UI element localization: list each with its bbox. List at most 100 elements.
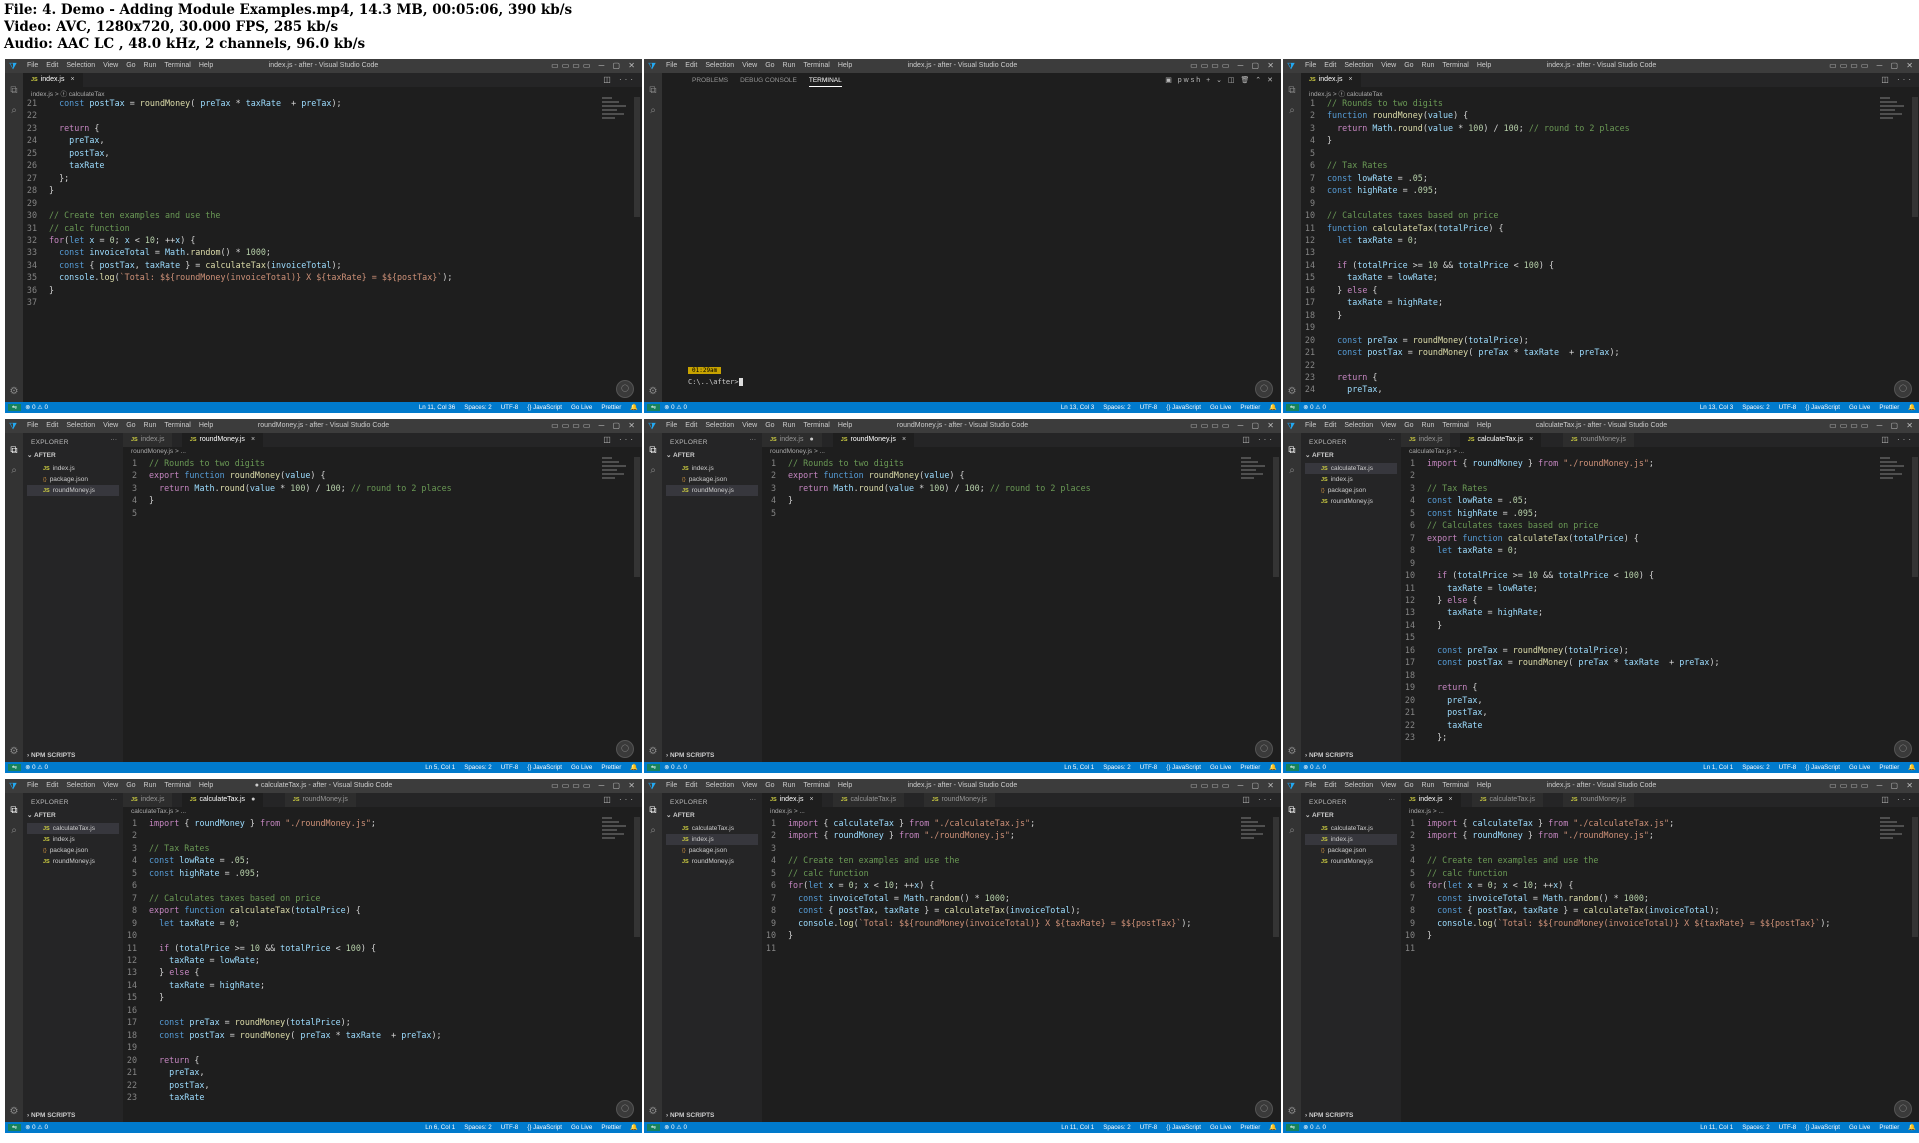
window-controls[interactable]: ▭▭▭▭ ─ ▢ ✕: [1190, 781, 1277, 790]
gear-icon[interactable]: ⚙: [1286, 746, 1298, 758]
menu-item-edit[interactable]: Edit: [685, 62, 697, 69]
file-roundMoney-js[interactable]: JS roundMoney.js: [1305, 856, 1397, 867]
explorer-icon[interactable]: ⧉: [647, 805, 659, 817]
cursor-position[interactable]: Ln 13, Col 3: [1700, 404, 1733, 411]
menu-item-selection[interactable]: Selection: [66, 422, 95, 429]
cursor-position[interactable]: Ln 1, Col 1: [1703, 764, 1733, 771]
menu-item-terminal[interactable]: Terminal: [803, 422, 829, 429]
menu-item-help[interactable]: Help: [199, 422, 213, 429]
language-mode[interactable]: {} JavaScript: [1805, 404, 1840, 411]
go-live[interactable]: Go Live: [571, 404, 592, 411]
menu-item-run[interactable]: Run: [783, 782, 796, 789]
minimap[interactable]: [602, 97, 628, 123]
window-controls[interactable]: ▭▭▭▭ ─ ▢ ✕: [551, 61, 638, 70]
code-editor[interactable]: 1 import { roundMoney } from "./roundMone…: [123, 817, 630, 1122]
tab-roundMoney-js[interactable]: JS roundMoney.js ×: [181, 433, 264, 447]
more-actions-icon[interactable]: ···: [750, 796, 757, 803]
close-icon[interactable]: ×: [251, 436, 255, 443]
more-actions-icon[interactable]: ···: [111, 796, 118, 803]
npm-scripts-section[interactable]: › NPM SCRIPTS: [666, 752, 714, 759]
split-editor-icon[interactable]: ◫ ···: [603, 75, 636, 84]
search-icon[interactable]: ⌕: [647, 105, 659, 117]
prettier[interactable]: Prettier: [1240, 764, 1260, 771]
vertical-scrollbar[interactable]: [1273, 817, 1279, 937]
encoding[interactable]: UTF-8: [1779, 1124, 1797, 1131]
file-index-js[interactable]: JS index.js: [27, 834, 119, 845]
menu-item-file[interactable]: File: [666, 62, 677, 69]
menu-item-help[interactable]: Help: [199, 62, 213, 69]
menu-item-file[interactable]: File: [1305, 782, 1316, 789]
gear-icon[interactable]: ⚙: [647, 746, 659, 758]
menu-item-go[interactable]: Go: [1404, 422, 1413, 429]
encoding[interactable]: UTF-8: [1140, 1124, 1158, 1131]
file-index-js[interactable]: JS index.js: [666, 463, 758, 474]
prettier[interactable]: Prettier: [1879, 764, 1899, 771]
cursor-position[interactable]: Ln 11, Col 1: [1061, 1124, 1094, 1131]
file-roundMoney-js[interactable]: JS roundMoney.js: [666, 856, 758, 867]
menu-item-go[interactable]: Go: [1404, 782, 1413, 789]
prettier[interactable]: Prettier: [601, 1124, 621, 1131]
menu-item-help[interactable]: Help: [1477, 422, 1491, 429]
more-actions-icon[interactable]: ···: [1389, 796, 1396, 803]
remote-icon[interactable]: ⇋: [647, 1124, 661, 1131]
minimap[interactable]: [1880, 457, 1906, 483]
account-avatar[interactable]: ◯: [616, 740, 634, 758]
close-icon[interactable]: ×: [1448, 796, 1452, 803]
account-avatar[interactable]: ◯: [616, 1100, 634, 1118]
encoding[interactable]: UTF-8: [1140, 404, 1158, 411]
split-editor-icon[interactable]: ◫ ···: [1881, 435, 1914, 444]
cursor-position[interactable]: Ln 5, Col 1: [1064, 764, 1094, 771]
file-calculateTax-js[interactable]: JS calculateTax.js: [666, 823, 758, 834]
window-controls[interactable]: ▭▭▭▭ ─ ▢ ✕: [1190, 61, 1277, 70]
menu-item-run[interactable]: Run: [1422, 422, 1435, 429]
explorer-icon[interactable]: ⧉: [1286, 445, 1298, 457]
minimap[interactable]: [1241, 817, 1267, 843]
indentation[interactable]: Spaces: 2: [1103, 764, 1131, 771]
npm-scripts-section[interactable]: › NPM SCRIPTS: [666, 1112, 714, 1119]
more-actions-icon[interactable]: ···: [111, 436, 118, 443]
go-live[interactable]: Go Live: [1849, 1124, 1870, 1131]
menu-item-terminal[interactable]: Terminal: [1442, 422, 1468, 429]
npm-scripts-section[interactable]: › NPM SCRIPTS: [27, 1112, 75, 1119]
menu-item-run[interactable]: Run: [783, 62, 796, 69]
menu-item-selection[interactable]: Selection: [705, 62, 734, 69]
encoding[interactable]: UTF-8: [501, 764, 519, 771]
breadcrumb[interactable]: roundMoney.js > ...: [770, 448, 825, 455]
terminal-output[interactable]: 01:29am C:\..\after>: [688, 366, 743, 386]
menu-item-file[interactable]: File: [666, 782, 677, 789]
folder-after[interactable]: ⌄ AFTER: [27, 811, 56, 819]
menu-item-help[interactable]: Help: [838, 782, 852, 789]
menu-item-terminal[interactable]: Terminal: [803, 62, 829, 69]
menu-item-edit[interactable]: Edit: [685, 422, 697, 429]
menu-item-edit[interactable]: Edit: [46, 782, 58, 789]
file-calculateTax-js[interactable]: JS calculateTax.js: [27, 823, 119, 834]
menu-item-go[interactable]: Go: [765, 62, 774, 69]
indentation[interactable]: Spaces: 2: [1103, 1124, 1131, 1131]
go-live[interactable]: Go Live: [1849, 764, 1870, 771]
tab-index-js[interactable]: JS index.js: [1401, 433, 1451, 447]
gear-icon[interactable]: ⚙: [8, 1106, 20, 1118]
split-editor-icon[interactable]: ◫ ···: [1881, 75, 1914, 84]
menu-item-selection[interactable]: Selection: [705, 422, 734, 429]
file-index-js[interactable]: JS index.js: [1305, 834, 1397, 845]
menu-item-help[interactable]: Help: [838, 62, 852, 69]
tab-roundMoney-js[interactable]: JS roundMoney.js: [923, 793, 995, 807]
account-avatar[interactable]: ◯: [616, 380, 634, 398]
bell-icon[interactable]: 🔔: [1269, 404, 1277, 411]
menu-item-edit[interactable]: Edit: [1324, 422, 1336, 429]
bell-icon[interactable]: 🔔: [1908, 404, 1916, 411]
encoding[interactable]: UTF-8: [501, 1124, 519, 1131]
gear-icon[interactable]: ⚙: [8, 746, 20, 758]
panel-tab-problems[interactable]: PROBLEMS: [692, 77, 728, 84]
code-editor[interactable]: 1 import { roundMoney } from "./roundMone…: [1401, 457, 1908, 762]
gear-icon[interactable]: ⚙: [1286, 1106, 1298, 1118]
menu-item-terminal[interactable]: Terminal: [1442, 782, 1468, 789]
explorer-icon[interactable]: ⧉: [1286, 85, 1298, 97]
minimap[interactable]: [602, 817, 628, 843]
file-package-json[interactable]: {} package.json: [27, 845, 119, 856]
menu-item-edit[interactable]: Edit: [46, 422, 58, 429]
breadcrumb[interactable]: roundMoney.js > ...: [131, 448, 186, 455]
file-package-json[interactable]: {} package.json: [1305, 845, 1397, 856]
gear-icon[interactable]: ⚙: [647, 1106, 659, 1118]
menu-item-file[interactable]: File: [27, 422, 38, 429]
